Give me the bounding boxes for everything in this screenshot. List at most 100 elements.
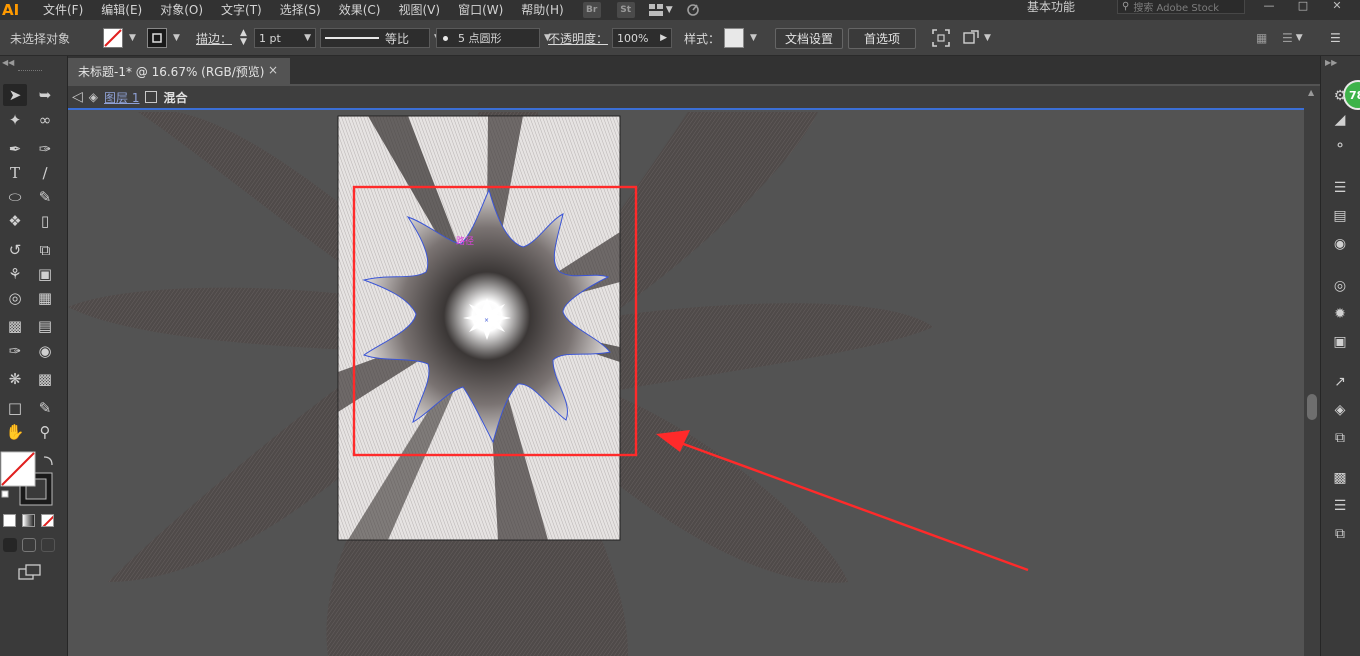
arrange-documents-icon[interactable]: ▼ [648,2,675,18]
hand-icon[interactable]: ✋ [3,421,27,443]
stock-search-input[interactable]: ⚲ 搜索 Adobe Stock [1117,0,1245,14]
menu-type[interactable]: 文字(T) [212,0,271,20]
asset-export-icon[interactable]: ▣ [1329,332,1351,352]
graphic-style-swatch[interactable]: ▼ [724,20,757,56]
scroll-up-icon[interactable]: ▲ [1308,88,1314,97]
vertical-scrollbar[interactable]: ▲ [1304,86,1320,656]
align-panel-icon[interactable]: ☰ [1329,496,1351,516]
pathfinder-icon[interactable]: ⧉ [1329,524,1351,544]
ellipse-icon[interactable]: ⬭ [3,186,27,208]
panel-menu-icon[interactable]: ☰ [1330,20,1341,56]
back-arrow-icon[interactable]: ◁ [72,89,83,105]
mesh-icon[interactable]: ▩ [3,315,27,337]
gradient-icon[interactable]: ▤ [33,315,57,337]
close-window-button[interactable]: ✕ [1324,0,1350,14]
workspace-switcher[interactable]: 基本功能 [1027,0,1075,14]
menu-view[interactable]: 视图(V) [389,0,449,20]
eraser-icon[interactable]: ▯ [33,210,57,232]
panel-grip[interactable] [18,70,42,73]
scale-icon[interactable]: ⧉ [33,239,57,261]
layers-panel-icon[interactable]: ◈ [1329,400,1351,420]
panel-collapse-icon[interactable]: ◀◀ [2,58,14,67]
document-tab[interactable]: 未标题-1* @ 16.67% (RGB/预览) × [68,58,290,84]
width-icon[interactable]: ⚘ [3,263,27,285]
preferences-button[interactable]: 首选项 [848,28,916,49]
stock-button[interactable]: St [616,2,635,18]
stroke-weight-field[interactable]: 1 pt ▼ [254,20,316,56]
dock-collapse-icon[interactable]: ▶▶ [1325,58,1337,67]
magic-wand-icon[interactable]: ✦ [3,109,27,131]
transform-panel-icon[interactable]: ▩ [1329,468,1351,488]
column-graph-icon[interactable]: ▩ [33,368,57,390]
stroke-label[interactable]: 描边： [196,20,232,56]
none-swatch-icon[interactable] [41,514,54,527]
variable-width-profile[interactable]: 等比 ▼ [320,20,441,56]
opacity-field[interactable]: 100% ▶ [612,20,672,56]
libraries-icon[interactable]: ◎ [1329,276,1351,296]
shape-builder-icon[interactable]: ◎ [3,287,27,309]
menu-window[interactable]: 窗口(W) [449,0,512,20]
color-icon[interactable] [3,514,16,527]
breadcrumb-object[interactable]: 混合 [163,89,187,106]
scroll-thumb[interactable] [1307,394,1317,420]
type-icon[interactable]: T [3,162,27,184]
maximize-button[interactable]: □ [1290,0,1316,14]
brush-definition[interactable]: 5 点圆形 ▼ [436,20,551,56]
stroke-weight-stepper[interactable]: ▲ ▼ [240,20,247,56]
screen-mode-icon[interactable] [18,564,42,580]
artboards-panel-icon[interactable]: ⧉ [1329,428,1351,448]
free-transform-icon[interactable]: ▣ [33,263,57,285]
color-panel-icon[interactable]: ◢ [1329,110,1351,130]
fill-swatch[interactable]: ▼ [103,20,136,56]
lasso-icon[interactable]: ∞ [33,109,57,131]
slice-icon[interactable]: ✎ [33,397,57,419]
menu-file[interactable]: 文件(F) [34,0,92,20]
menu-help[interactable]: 帮助(H) [512,0,572,20]
eyedropper-icon[interactable]: ✑ [3,340,27,362]
paintbrush-icon[interactable]: ✎ [33,186,57,208]
zoom-icon[interactable]: ⚲ [33,421,57,443]
gradient-panel-icon[interactable]: ▤ [1329,206,1351,226]
minimize-button[interactable]: — [1256,0,1282,14]
transform-options-icon[interactable]: ▼ [962,20,991,56]
align-icon[interactable]: ☰ ▼ [1282,20,1303,56]
arrange-icon[interactable]: ▦ [1256,20,1267,56]
symbols-icon[interactable]: ✹ [1329,304,1351,324]
stroke-swatch[interactable]: ▼ [147,20,180,56]
close-icon[interactable]: × [268,63,278,77]
draw-behind-icon[interactable] [22,538,36,552]
gpu-performance-icon[interactable] [685,2,701,19]
opacity-label[interactable]: 不透明度： [548,20,608,56]
gradient-swatch-icon[interactable] [22,514,35,527]
shaper-icon[interactable]: ❖ [3,210,27,232]
draw-normal-icon[interactable] [3,538,17,552]
menu-object[interactable]: 对象(O) [151,0,212,20]
menu-select[interactable]: 选择(S) [271,0,330,20]
document-setup-button[interactable]: 文档设置 [775,28,843,49]
artwork[interactable]: × 路径 [68,112,1304,656]
line-icon[interactable]: ∕ [33,162,57,184]
color-guide-icon[interactable]: ⚙ [1329,86,1351,106]
pen-icon[interactable]: ✒ [3,138,27,160]
opacity-value: 100% [617,31,649,45]
transparency-icon[interactable]: ◉ [1329,234,1351,254]
canvas-area[interactable]: × 路径 [68,112,1304,656]
bridge-button[interactable]: Br [582,2,601,18]
stroke-panel-icon[interactable]: ☰ [1329,178,1351,198]
breadcrumb-layer[interactable]: 图层 1 [104,89,139,106]
isolate-icon[interactable] [932,20,950,56]
menu-edit[interactable]: 编辑(E) [92,0,151,20]
blend-icon[interactable]: ◉ [33,340,57,362]
fill-stroke-widget[interactable] [0,451,60,509]
draw-inside-icon[interactable] [41,538,55,552]
curvature-icon[interactable]: ✑ [33,138,57,160]
export-icon[interactable]: ↗ [1329,372,1351,392]
direct-selection-icon[interactable]: ➥ [33,84,57,106]
rotate-icon[interactable]: ↺ [3,239,27,261]
perspective-grid-icon[interactable]: ▦ [33,287,57,309]
appearance-icon[interactable]: ⚬ [1329,136,1351,156]
symbol-sprayer-icon[interactable]: ❋ [3,368,27,390]
artboard-icon[interactable]: □ [3,397,27,419]
selection-icon[interactable]: ➤ [3,84,27,106]
menu-effect[interactable]: 效果(C) [330,0,390,20]
